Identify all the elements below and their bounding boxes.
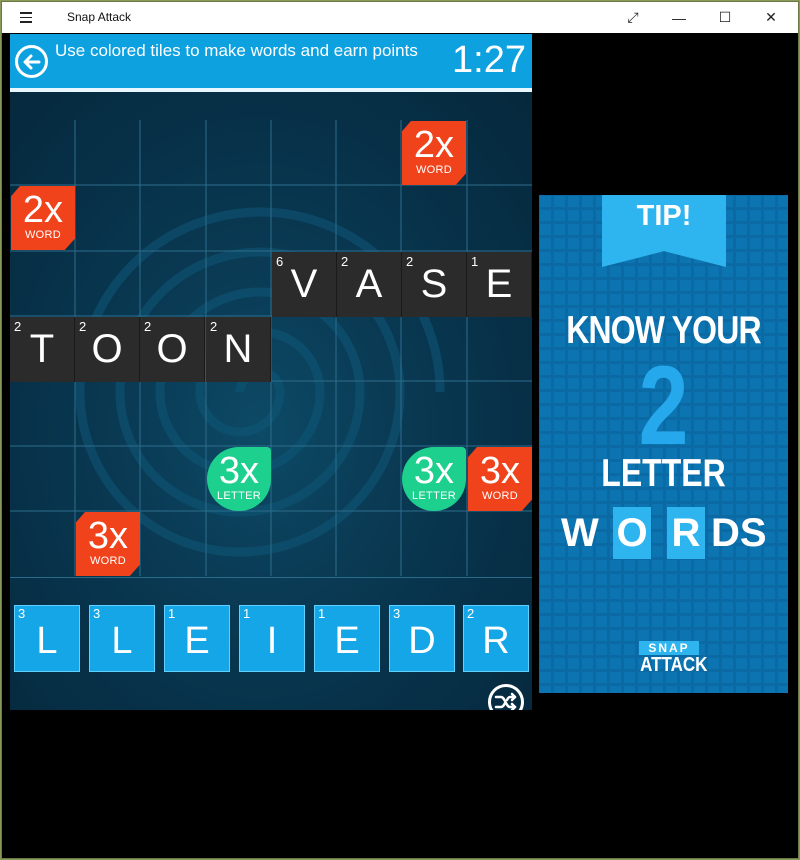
ad-words-text: W O R DS — [539, 507, 788, 563]
placed-tile[interactable]: 2 S — [402, 252, 467, 317]
bonus-kind: LETTER — [217, 490, 261, 502]
tile-letter: T — [29, 327, 55, 371]
tile-letter: N — [223, 327, 253, 371]
rack-tile[interactable]: 1 I — [239, 605, 305, 672]
tile-letter: A — [355, 262, 383, 306]
advertisement-banner[interactable]: TIP! KNOW YOUR 2 LETTER W O R DS SNAP AT… — [539, 195, 788, 693]
bonus-kind: WORD — [481, 490, 519, 502]
minimize-button[interactable]: — — [656, 2, 702, 33]
bonus-kind: WORD — [89, 555, 127, 567]
tile-letter: L — [111, 620, 133, 662]
ad-word-letter: W — [561, 511, 599, 555]
tile-points: 1 — [318, 606, 326, 621]
rack-tile[interactable]: 3 L — [14, 605, 80, 672]
rack-tile[interactable]: 3 L — [89, 605, 155, 672]
bonus-multiplier: 3x — [413, 450, 455, 492]
game-board: 2x WORD 2x WORD 3x LETTER 3x LETTER 3x W… — [10, 92, 532, 710]
bonus-3x-letter[interactable]: 3x LETTER — [207, 447, 271, 511]
bonus-multiplier: 2x — [413, 124, 455, 166]
tile-points: 1 — [243, 606, 251, 621]
tile-letter: O — [156, 327, 188, 371]
bonus-3x-letter[interactable]: 3x LETTER — [402, 447, 466, 511]
rack-tile[interactable]: 1 E — [164, 605, 230, 672]
tile-letter: O — [91, 327, 123, 371]
tile-letter: D — [408, 620, 436, 662]
bonus-3x-word[interactable]: 3x WORD — [468, 447, 532, 511]
tile-letter: I — [266, 620, 278, 662]
tile-letter: E — [485, 262, 513, 306]
placed-tile[interactable]: 6 V — [272, 252, 337, 317]
ad-number: 2 — [638, 343, 689, 468]
tile-points: 2 — [467, 606, 475, 621]
bonus-multiplier: 3x — [218, 450, 260, 492]
tile-points: 3 — [93, 606, 101, 621]
bonus-3x-word[interactable]: 3x WORD — [76, 512, 140, 576]
ad-tip-label: TIP! — [636, 200, 692, 232]
placed-tile[interactable]: 2 T — [10, 317, 75, 382]
snap-attack-logo-text: ATTACK — [640, 654, 708, 676]
tile-letter: E — [334, 620, 360, 662]
close-button[interactable]: ✕ — [748, 2, 794, 33]
placed-tile[interactable]: 2 N — [206, 317, 271, 382]
countdown-timer: 1:27 — [452, 39, 526, 81]
tile-points: 3 — [18, 606, 26, 621]
rack-divider — [10, 577, 532, 578]
bonus-kind: LETTER — [412, 490, 456, 502]
placed-tile[interactable]: 2 O — [140, 317, 205, 382]
ad-word-letter: DS — [711, 511, 767, 555]
expand-button[interactable]: ⤢ — [610, 2, 656, 33]
game-header: Use colored tiles to make words and earn… — [10, 34, 532, 89]
rack-tile[interactable]: 3 D — [389, 605, 455, 672]
bonus-multiplier: 3x — [479, 450, 521, 492]
rack-tile[interactable]: 1 E — [314, 605, 380, 672]
maximize-button[interactable]: ☐ — [702, 2, 748, 33]
back-arrow-icon[interactable] — [15, 45, 48, 78]
bonus-2x-word[interactable]: 2x WORD — [11, 186, 75, 250]
tile-letter: S — [420, 262, 448, 306]
ad-subheadline: LETTER — [601, 452, 726, 495]
tile-points: 3 — [393, 606, 401, 621]
instruction-text: Use colored tiles to make words and earn… — [55, 41, 418, 60]
hamburger-menu-icon[interactable] — [20, 9, 46, 27]
tile-letter: V — [290, 262, 318, 306]
app-title: Snap Attack — [67, 10, 132, 24]
bonus-multiplier: 2x — [22, 189, 64, 231]
bonus-kind: WORD — [24, 229, 62, 241]
placed-tile[interactable]: 2 A — [337, 252, 402, 317]
snap-attack-logo: SNAP — [639, 641, 699, 655]
tile-letter: E — [184, 620, 210, 662]
rack-tile[interactable]: 2 R — [463, 605, 529, 672]
ad-word-letter-box: R — [667, 507, 705, 559]
title-bar: Snap Attack ⤢ — ☐ ✕ — [2, 2, 798, 33]
placed-tile[interactable]: 1 E — [467, 252, 532, 317]
ad-word-letter-box: O — [613, 507, 651, 559]
tile-letter: R — [482, 620, 510, 662]
tile-letter: L — [36, 620, 58, 662]
bonus-kind: WORD — [415, 164, 453, 176]
app-window: Snap Attack ⤢ — ☐ ✕ Use colored tiles to… — [1, 1, 799, 859]
tile-points: 1 — [168, 606, 176, 621]
board-grid[interactable]: 2x WORD 2x WORD 3x LETTER 3x LETTER 3x W… — [10, 120, 532, 576]
bonus-2x-word[interactable]: 2x WORD — [402, 121, 466, 185]
bonus-multiplier: 3x — [87, 515, 129, 557]
placed-tile[interactable]: 2 O — [75, 317, 140, 382]
